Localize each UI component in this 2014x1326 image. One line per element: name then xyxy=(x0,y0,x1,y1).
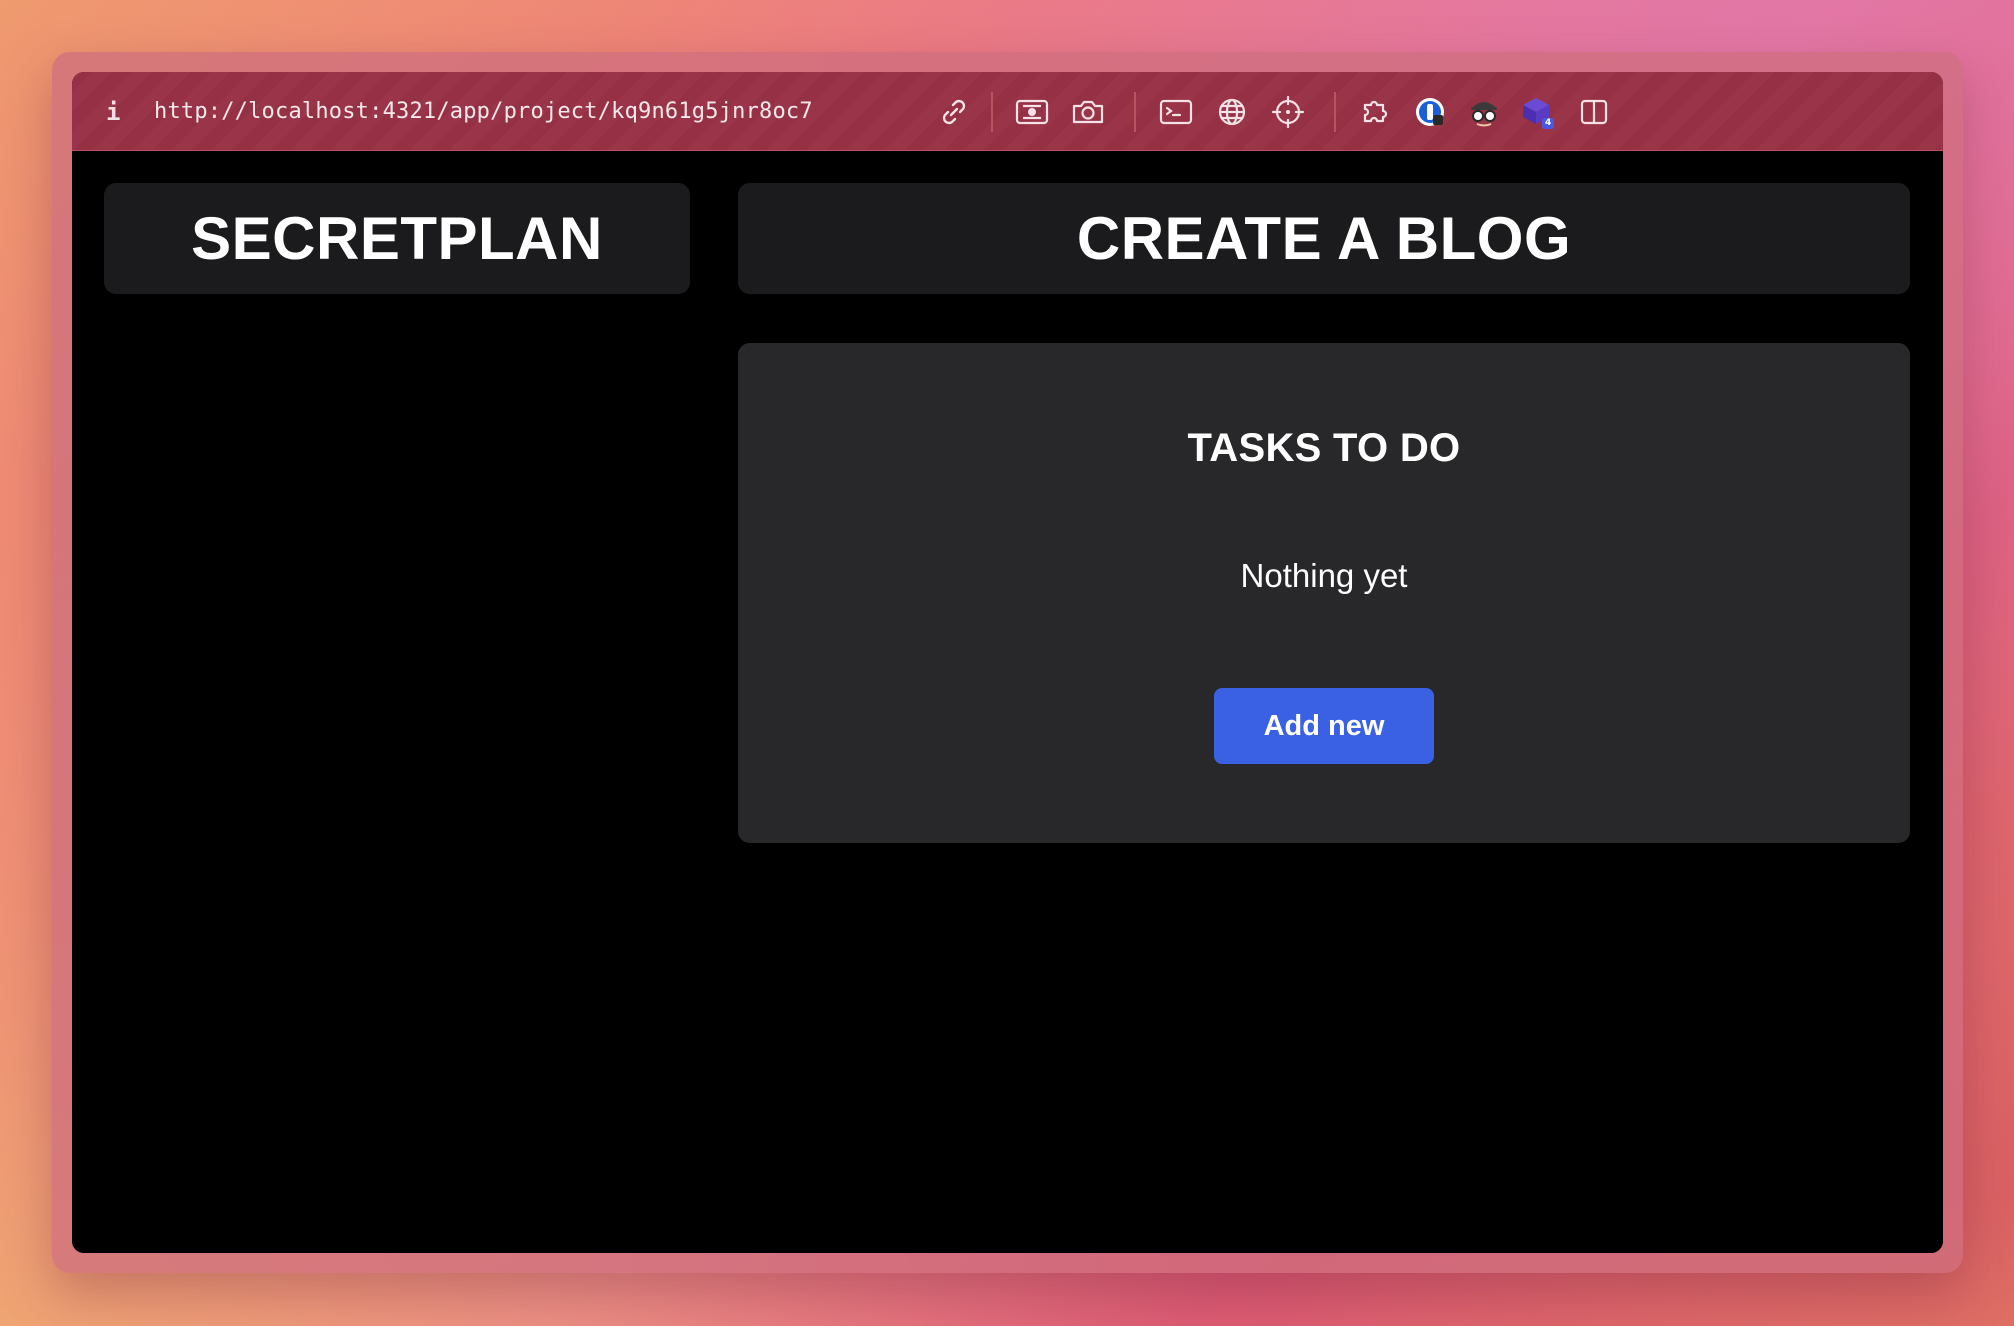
browser-window: i http://localhost:4321/app/project/kq9n… xyxy=(72,72,1943,1253)
extension-badge: 4 xyxy=(1545,118,1552,128)
tasks-panel: TASKS TO DO Nothing yet Add new xyxy=(738,343,1910,843)
incognito-spy-icon[interactable] xyxy=(1466,94,1502,130)
cube-extension-icon[interactable]: 4 xyxy=(1520,94,1556,130)
tasks-heading: TASKS TO DO xyxy=(1187,426,1461,470)
password-manager-icon[interactable] xyxy=(1412,94,1448,130)
site-info-icon[interactable]: i xyxy=(106,98,120,126)
sidebar-toggle-icon[interactable] xyxy=(1576,94,1612,130)
task-title: CREATE A BLOG xyxy=(738,183,1910,294)
app-content: SECRETPLAN CREATE A BLOG TASKS TO DO Not… xyxy=(72,151,1943,1253)
toolbar-separator xyxy=(1134,92,1136,132)
browser-toolbar: i http://localhost:4321/app/project/kq9n… xyxy=(72,72,1943,151)
toolbar-separator xyxy=(1334,92,1336,132)
crosshair-icon[interactable] xyxy=(1270,94,1306,130)
globe-icon[interactable] xyxy=(1214,94,1250,130)
address-bar-url[interactable]: http://localhost:4321/app/project/kq9n61… xyxy=(154,96,813,128)
project-title: SECRETPLAN xyxy=(104,183,690,294)
add-new-button[interactable]: Add new xyxy=(1214,688,1434,764)
terminal-icon[interactable] xyxy=(1158,94,1194,130)
image-capture-icon[interactable] xyxy=(1014,94,1050,130)
extensions-puzzle-icon[interactable] xyxy=(1358,94,1394,130)
camera-icon[interactable] xyxy=(1070,94,1106,130)
toolbar-separator xyxy=(991,92,993,132)
empty-state-message: Nothing yet xyxy=(1240,557,1408,594)
link-icon[interactable] xyxy=(936,94,972,130)
